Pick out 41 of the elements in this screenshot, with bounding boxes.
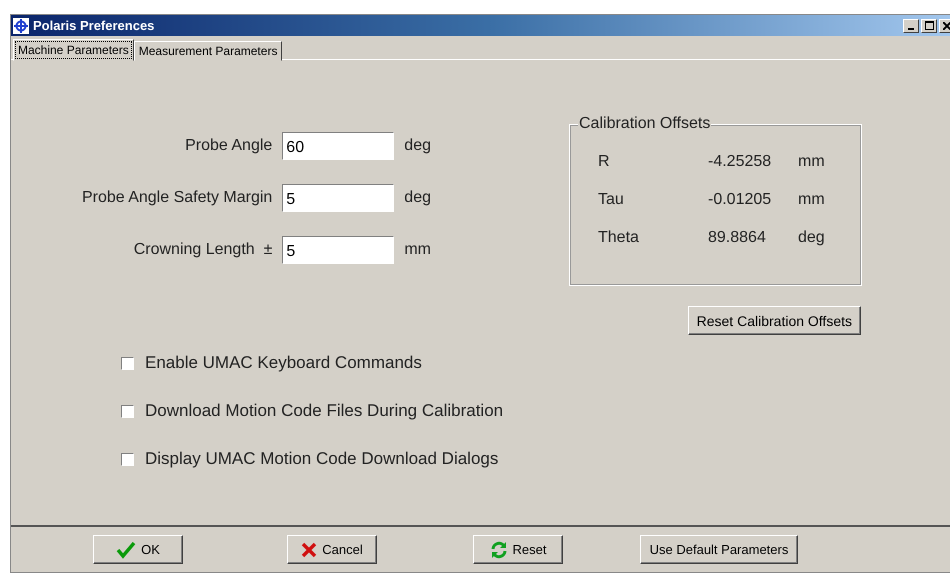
offset-value: -0.01205 bbox=[708, 191, 772, 210]
unit-label: mm bbox=[404, 241, 431, 259]
defaults-button[interactable]: Use Default Parameters bbox=[640, 535, 798, 564]
offset-name: Tau bbox=[598, 191, 625, 210]
ok-button[interactable]: OK bbox=[93, 535, 183, 564]
unit-label: deg bbox=[404, 189, 431, 207]
crosshair-icon bbox=[13, 18, 29, 34]
offset-name: R bbox=[598, 153, 611, 172]
maximize-button[interactable] bbox=[921, 18, 937, 32]
cancel-button[interactable]: Cancel bbox=[287, 535, 377, 564]
checkbox-label: Download Motion Code Files During Calibration bbox=[145, 401, 504, 421]
maximize-icon bbox=[924, 21, 934, 30]
checkbox[interactable] bbox=[121, 404, 134, 418]
minimize-icon bbox=[908, 28, 914, 30]
tab[interactable]: Machine Parameters bbox=[13, 39, 134, 61]
offset-value: -4.25258 bbox=[708, 153, 772, 172]
window-title: Polaris Preferences bbox=[33, 18, 154, 33]
field-label: Crowning Length ± bbox=[132, 241, 272, 259]
checkbox-label: Display UMAC Motion Code Download Dialogs bbox=[145, 449, 498, 469]
reset-offsets-button[interactable]: Reset Calibration Offsets bbox=[688, 306, 861, 335]
input-field[interactable]: 5 bbox=[282, 184, 394, 212]
unit-label: deg bbox=[404, 137, 431, 155]
minimize-button[interactable] bbox=[903, 18, 919, 32]
checkbox[interactable] bbox=[121, 356, 134, 370]
offset-name: Theta bbox=[598, 229, 640, 248]
offset-unit: deg bbox=[798, 229, 825, 248]
offset-unit: mm bbox=[798, 191, 825, 210]
cross-icon bbox=[301, 542, 318, 558]
field-label: Probe Angle Safety Margin bbox=[80, 189, 272, 207]
tab[interactable]: Measurement Parameters bbox=[134, 41, 282, 61]
close-icon bbox=[943, 22, 950, 30]
refresh-icon bbox=[490, 540, 508, 558]
checkbox[interactable] bbox=[121, 452, 134, 466]
offset-value: 89.8864 bbox=[708, 229, 767, 248]
input-field[interactable]: 60 bbox=[282, 132, 394, 160]
offset-unit: mm bbox=[798, 153, 825, 172]
checkmark-icon bbox=[116, 540, 136, 558]
reset-button[interactable]: Reset bbox=[473, 535, 563, 564]
input-field[interactable]: 5 bbox=[282, 236, 394, 264]
checkbox-label: Enable UMAC Keyboard Commands bbox=[145, 353, 422, 373]
field-label: Probe Angle bbox=[184, 137, 272, 155]
